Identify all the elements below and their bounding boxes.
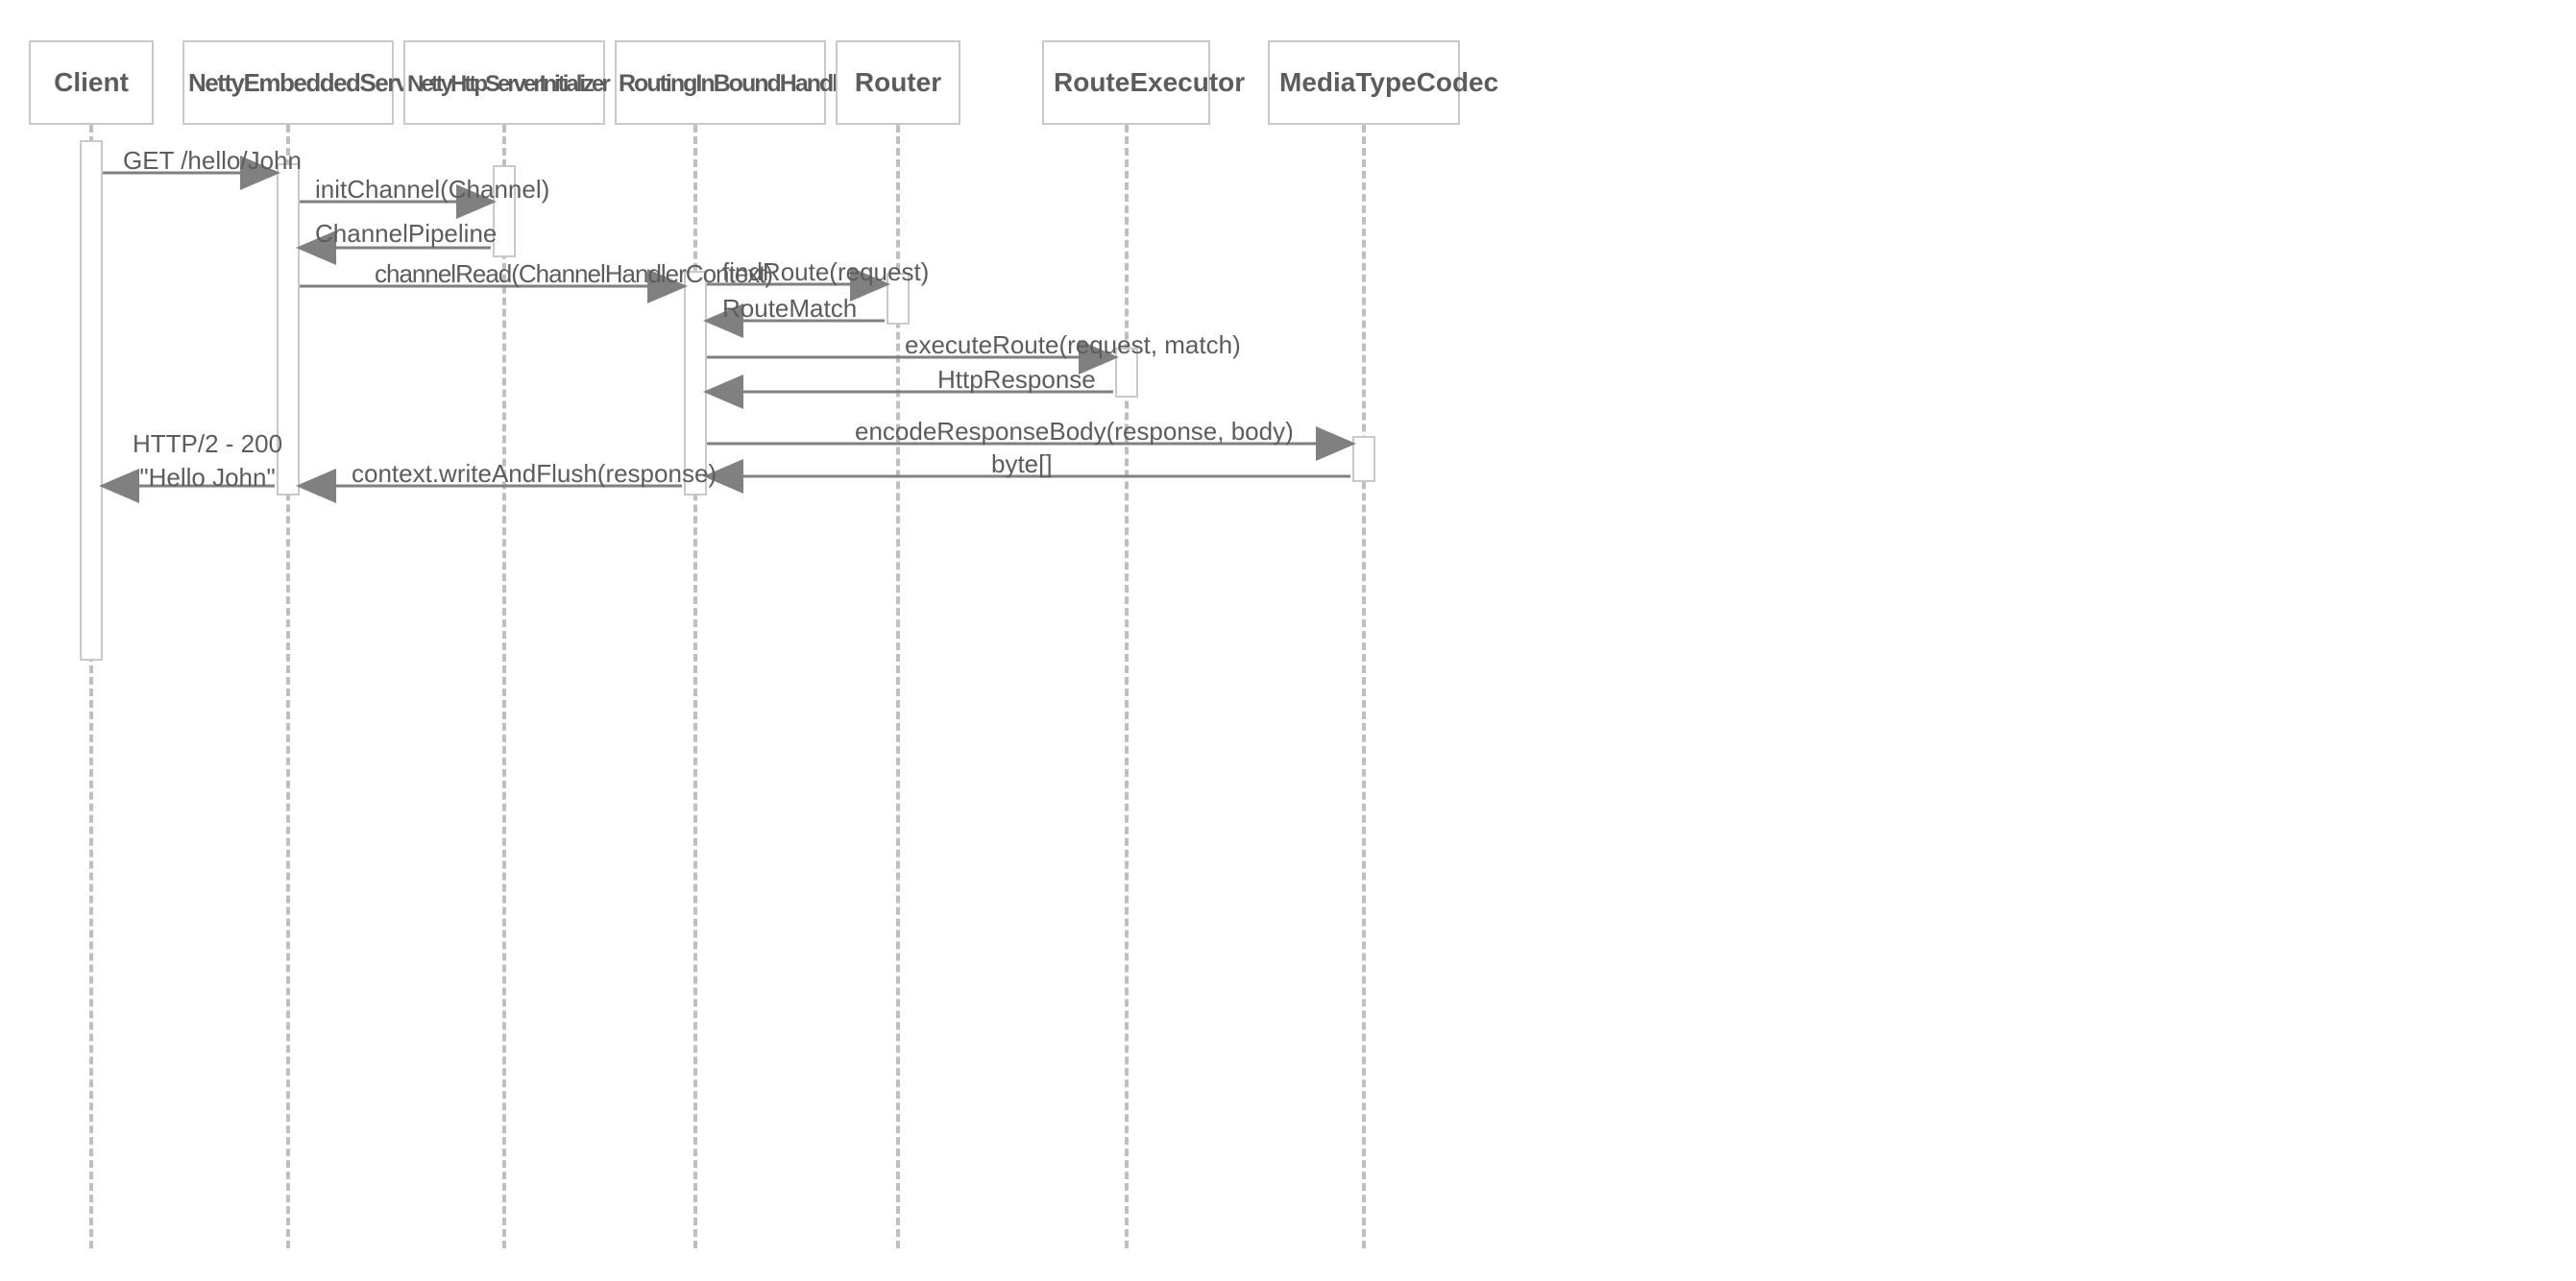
msg-route-match: RouteMatch — [722, 294, 857, 324]
activation-client — [80, 140, 103, 661]
participant-label: RoutingInBoundHandler — [619, 70, 856, 97]
participant-label: RouteExecutor — [1054, 67, 1245, 97]
msg-execute-route: executeRoute(request, match) — [905, 330, 1241, 360]
participant-netty-embedded-server: NettyEmbeddedServer — [182, 40, 394, 125]
lifeline-route-executor — [1125, 125, 1129, 1248]
participant-label: NettyHttpServerInitializer — [407, 71, 608, 97]
msg-get-hello: GET /hello/John — [123, 146, 302, 176]
participant-routing-inbound-handler: RoutingInBoundHandler — [615, 40, 826, 125]
msg-http2-response: HTTP/2 - 200 "Hello John" — [133, 427, 282, 495]
participant-route-executor: RouteExecutor — [1042, 40, 1210, 125]
participant-netty-http-server-initializer: NettyHttpServerInitializer — [403, 40, 605, 125]
msg-http2-line1: HTTP/2 - 200 — [133, 429, 282, 458]
lifeline-media-type-codec — [1362, 125, 1366, 1248]
participant-label: Client — [54, 67, 129, 97]
msg-encode-response-body: encodeResponseBody(response, body) — [855, 417, 1294, 447]
msg-channel-pipeline: ChannelPipeline — [315, 219, 497, 249]
activation-media-type-codec — [1352, 436, 1375, 482]
participant-media-type-codec: MediaTypeCodec — [1268, 40, 1460, 125]
lifeline-netty-http-server-initializer — [502, 125, 506, 1248]
msg-http2-line2: "Hello John" — [139, 463, 275, 492]
participant-client: Client — [29, 40, 154, 125]
msg-channel-read: channelRead(ChannelHandlerContext) — [375, 259, 772, 289]
msg-byte-array: byte[] — [991, 449, 1053, 479]
participant-label: Router — [855, 67, 941, 97]
msg-find-route: findRoute(request) — [722, 257, 929, 287]
participant-router: Router — [836, 40, 960, 125]
msg-init-channel: initChannel(Channel) — [315, 175, 549, 205]
msg-write-and-flush: context.writeAndFlush(response) — [352, 459, 717, 489]
participant-label: MediaTypeCodec — [1279, 67, 1498, 97]
participant-label: NettyEmbeddedServer — [188, 68, 428, 97]
msg-http-response: HttpResponse — [937, 365, 1096, 395]
